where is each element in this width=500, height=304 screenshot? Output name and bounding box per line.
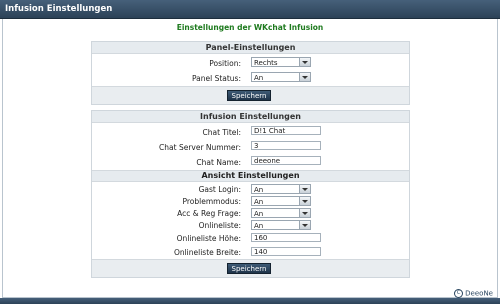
problem-mode-select[interactable]: An (251, 196, 311, 206)
panel-status-value: An (254, 74, 264, 82)
server-number-input[interactable]: 3 (251, 141, 321, 150)
chevron-down-icon (299, 73, 310, 81)
position-select[interactable]: Rechts (251, 57, 311, 67)
panel-status-row: Panel Status: An (92, 71, 409, 86)
position-label: Position: (209, 59, 241, 68)
acc-reg-label: Acc & Reg Frage: (177, 209, 241, 218)
panel-settings-button-bar: Speichern (92, 86, 409, 104)
save-panel-button[interactable]: Speichern (227, 90, 271, 101)
online-height-input[interactable]: 160 (251, 233, 321, 242)
position-value: Rechts (254, 59, 278, 67)
online-width-input[interactable]: 140 (251, 247, 321, 256)
online-list-row: Onlineliste: An (92, 219, 409, 231)
chevron-down-icon (299, 221, 310, 229)
footer-text: DeeoNe (465, 289, 493, 298)
chat-title-label: Chat Titel: (202, 128, 241, 137)
guest-login-row: Gast Login: An (92, 183, 409, 195)
online-height-label: Onlineliste Höhe: (176, 234, 241, 243)
acc-reg-value: An (254, 210, 264, 218)
guest-login-select[interactable]: An (251, 184, 311, 194)
chat-name-input[interactable]: deeone (251, 156, 321, 165)
chevron-down-icon (299, 58, 310, 66)
server-number-label: Chat Server Nummer: (159, 143, 241, 152)
online-width-row: Onlineliste Breite: 140 (92, 245, 409, 259)
panel-status-label: Panel Status: (191, 74, 241, 83)
window-title: Infusion Einstellungen (5, 4, 113, 14)
window-titlebar: Infusion Einstellungen (0, 0, 500, 19)
save-infusion-button[interactable]: Speichern (227, 263, 271, 274)
position-row: Position: Rechts (92, 56, 409, 71)
online-list-value: An (254, 222, 264, 230)
online-width-label: Onlineliste Breite: (173, 248, 241, 257)
page-subtitle: Einstellungen der WKchat Infusion (176, 23, 324, 32)
infusion-settings-box: Infusion Einstellungen Chat Titel: D!1 C… (91, 110, 410, 278)
chat-name-row: Chat Name: deeone (92, 155, 409, 170)
view-settings-heading: Ansicht Einstellungen (92, 170, 409, 182)
footer-credit[interactable]: C DeeoNe (454, 289, 493, 298)
acc-reg-select[interactable]: An (251, 208, 311, 218)
chat-title-input[interactable]: D!1 Chat (251, 126, 321, 135)
copyright-icon: C (454, 289, 464, 298)
chevron-down-icon (299, 197, 310, 205)
chat-title-row: Chat Titel: D!1 Chat (92, 125, 409, 140)
panel-settings-box: Panel-Einstellungen Position: Rechts Pan… (91, 41, 410, 105)
acc-reg-row: Acc & Reg Frage: An (92, 207, 409, 219)
bottom-bar (0, 298, 500, 304)
problem-mode-row: Problemmodus: An (92, 195, 409, 207)
chevron-down-icon (299, 209, 310, 217)
guest-login-label: Gast Login: (198, 185, 241, 194)
online-list-select[interactable]: An (251, 220, 311, 230)
online-list-label: Onlineliste: (198, 221, 241, 230)
guest-login-value: An (254, 186, 264, 194)
server-number-row: Chat Server Nummer: 3 (92, 140, 409, 155)
online-height-row: Onlineliste Höhe: 160 (92, 231, 409, 245)
problem-mode-value: An (254, 198, 264, 206)
chevron-down-icon (299, 185, 310, 193)
panel-status-select[interactable]: An (251, 72, 311, 82)
panel-settings-heading: Panel-Einstellungen (92, 42, 409, 54)
chat-name-label: Chat Name: (196, 158, 241, 167)
infusion-settings-heading: Infusion Einstellungen (92, 111, 409, 123)
infusion-settings-button-bar: Speichern (92, 259, 409, 277)
problem-mode-label: Problemmodus: (182, 197, 241, 206)
